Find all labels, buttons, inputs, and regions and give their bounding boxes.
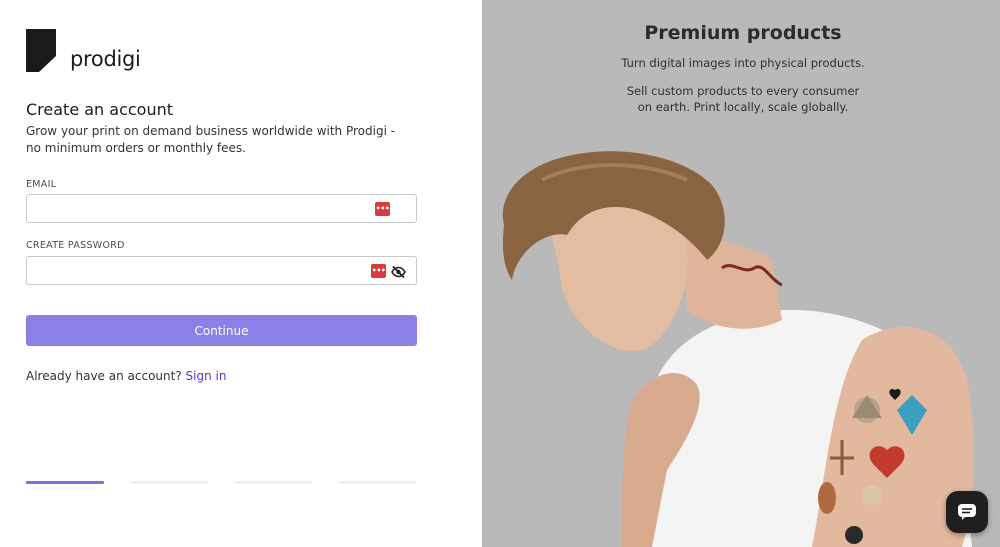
password-manager-icon[interactable]: ••• [375,202,390,216]
password-manager-icon[interactable]: ••• [371,264,386,278]
brand-logo[interactable]: prodigi [26,29,141,72]
progress-step-4 [338,481,416,484]
email-field-wrapper: ••• [26,194,417,223]
progress-step-3 [234,481,312,484]
signup-panel: prodigi Create an account Grow your prin… [0,0,482,547]
continue-button[interactable]: Continue [26,315,417,346]
chat-button[interactable] [946,491,988,533]
page-title: Create an account [26,100,174,119]
email-field[interactable] [27,195,416,222]
signin-link[interactable]: Sign in [186,369,227,383]
prodigi-logo-icon [26,29,56,72]
signin-prompt: Already have an account? [26,369,182,383]
email-label: EMAIL [26,179,57,190]
brand-name: prodigi [70,47,141,71]
promo-panel: Premium products Turn digital images int… [482,0,1000,547]
password-field-wrapper: ••• [26,256,417,285]
promo-photo [502,151,974,547]
progress-step-2 [130,481,208,484]
progress-step-1 [26,481,104,484]
password-label: CREATE PASSWORD [26,240,125,251]
password-field[interactable] [27,257,416,284]
signin-row: Already have an account? Sign in [26,369,226,383]
promo-line-2: Sell custom products to every consumer o… [626,84,860,114]
page-subtitle: Grow your print on demand business world… [26,124,396,155]
eye-slash-icon[interactable] [391,264,406,279]
progress-steps [26,481,416,484]
promo-line-1: Turn digital images into physical produc… [621,56,865,70]
promo-title: Premium products [644,22,842,44]
chat-bubble-icon [958,504,976,520]
